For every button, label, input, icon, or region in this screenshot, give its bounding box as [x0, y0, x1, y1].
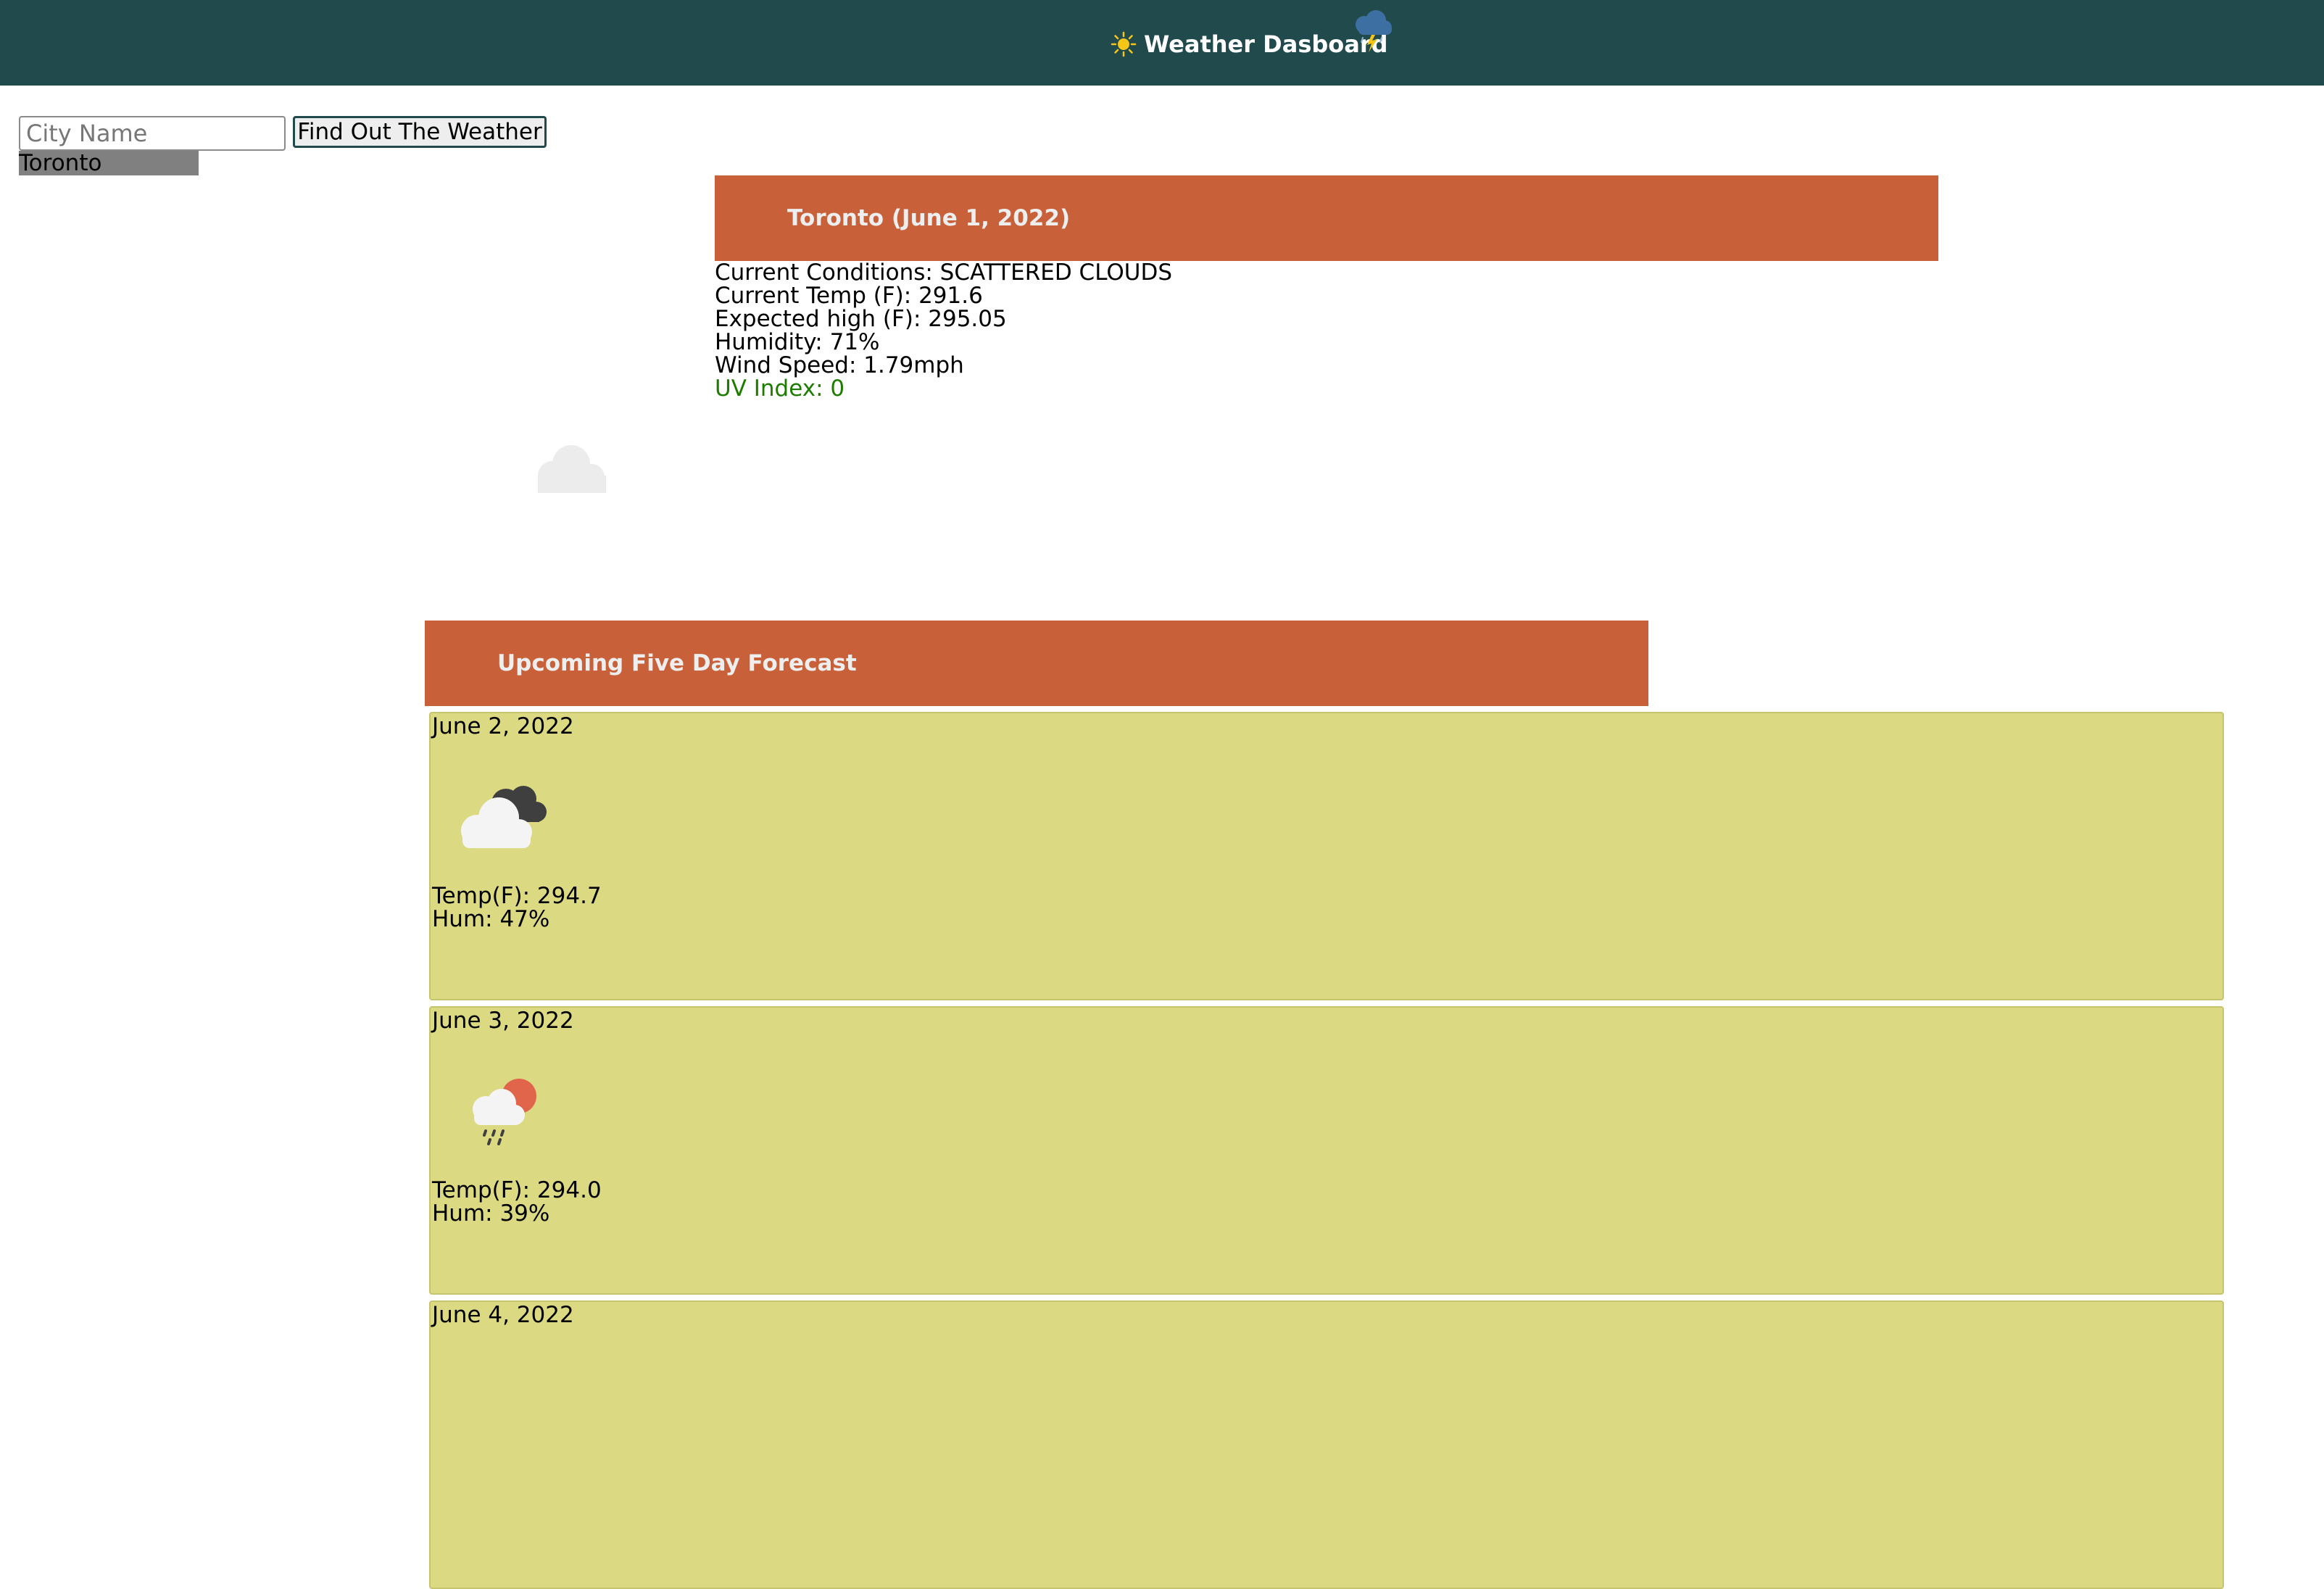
city-search-input[interactable] — [19, 116, 286, 151]
current-city-title: Toronto (June 1, 2022) — [787, 205, 1071, 231]
sun-icon — [1111, 31, 1137, 57]
current-weather-details: Current Conditions: SCATTERED CLOUDS Cur… — [715, 261, 1172, 400]
forecast-card: June 4, 2022 — [429, 1300, 2224, 1589]
forecast-date: June 4, 2022 — [432, 1302, 574, 1328]
forecast-humidity: Hum: 39% — [432, 1200, 550, 1227]
uv-index: UV Index: 0 — [715, 376, 845, 402]
forecast-humidity: Hum: 47% — [432, 906, 550, 932]
forecast-card: June 3, 2022 Temp(F): 294.0 Hum: 39% — [429, 1006, 2224, 1295]
forecast-temp: Temp(F): 294.0 — [432, 1177, 602, 1203]
expected-high: Expected high (F): 295.05 — [715, 306, 1007, 332]
broken-clouds-icon — [461, 786, 547, 848]
scattered-clouds-icon — [538, 445, 606, 493]
forecast-title: Upcoming Five Day Forecast — [497, 650, 857, 676]
wind-speed: Wind Speed: 1.79mph — [715, 352, 964, 378]
forecast-card: June 2, 2022 Temp(F): 294.7 Hum: 47% — [429, 712, 2224, 1000]
app-header: Weather Dasboard — [0, 0, 2324, 86]
forecast-date: June 3, 2022 — [432, 1008, 574, 1034]
rain-sun-icon — [473, 1079, 536, 1145]
header-title-group: Weather Dasboard — [1111, 26, 1388, 62]
current-weather-banner: Toronto (June 1, 2022) — [715, 175, 1938, 261]
find-weather-button[interactable]: Find Out The Weather — [293, 116, 547, 148]
forecast-date: June 2, 2022 — [432, 713, 574, 739]
thunderstorm-cloud-icon — [1356, 10, 1392, 52]
current-humidity: Humidity: 71% — [715, 329, 880, 355]
forecast-temp: Temp(F): 294.7 — [432, 883, 602, 909]
current-temp: Current Temp (F): 291.6 — [715, 283, 983, 309]
current-conditions: Current Conditions: SCATTERED CLOUDS — [715, 260, 1173, 286]
search-history-item-toronto[interactable]: Toronto — [19, 151, 199, 175]
forecast-banner: Upcoming Five Day Forecast — [425, 621, 1648, 706]
